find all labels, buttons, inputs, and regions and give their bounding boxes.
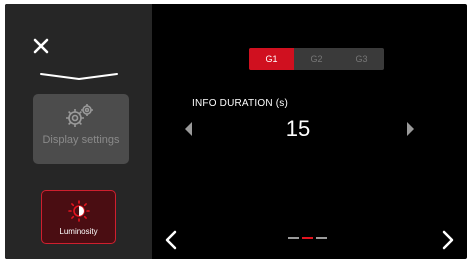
increase-arrow-icon[interactable] — [407, 122, 414, 136]
gear-icon — [66, 104, 93, 127]
page-dot-current — [302, 237, 313, 239]
page-dot — [288, 237, 299, 239]
info-duration-value: 15 — [285, 116, 311, 141]
display-settings-button[interactable]: Display settings — [33, 94, 129, 164]
screen-frame: Display settings Luminosity G1 G2 G3 INF… — [5, 4, 467, 259]
page-dot — [316, 237, 327, 239]
luminosity-button[interactable]: Luminosity — [41, 190, 116, 244]
luminosity-label: Luminosity — [59, 227, 98, 236]
display-settings-label: Display settings — [42, 134, 120, 146]
info-duration-label: INFO DURATION (s) — [192, 98, 288, 109]
decrease-arrow-icon[interactable] — [185, 122, 192, 136]
collapse-chevron-icon[interactable] — [39, 72, 119, 82]
close-icon[interactable] — [29, 34, 53, 58]
next-page-icon[interactable] — [440, 230, 456, 250]
previous-page-icon[interactable] — [163, 230, 179, 250]
sidebar: Display settings Luminosity — [5, 4, 152, 259]
brightness-icon — [68, 200, 90, 222]
tab-g3[interactable]: G3 — [339, 48, 384, 70]
tab-g2[interactable]: G2 — [294, 48, 339, 70]
page-indicator — [288, 237, 327, 239]
group-tabs: G1 G2 G3 — [249, 48, 384, 70]
tab-g1[interactable]: G1 — [249, 48, 294, 70]
